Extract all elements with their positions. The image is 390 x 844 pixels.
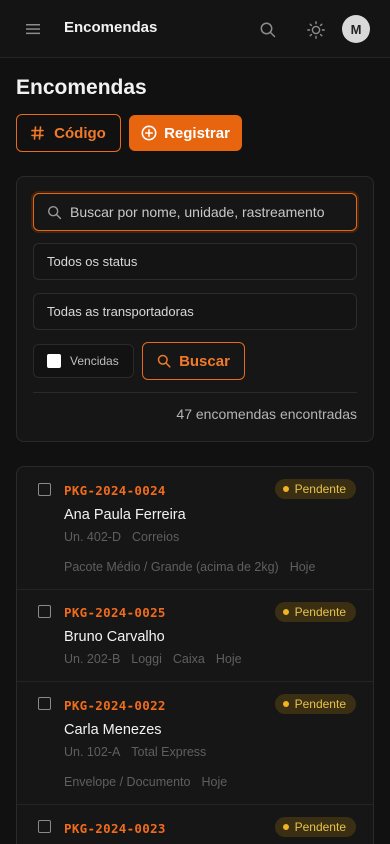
list-item[interactable]: PKG-2024-0022 Pendente Carla Menezes Un.… — [17, 682, 373, 805]
row-checkbox[interactable] — [38, 483, 51, 496]
date: Hoje — [201, 775, 228, 789]
search-input[interactable] — [70, 194, 354, 230]
search-icon[interactable] — [259, 21, 277, 39]
list-item[interactable]: PKG-2024-0024 Pendente Ana Paula Ferreir… — [17, 467, 373, 590]
menu-icon[interactable] — [25, 21, 41, 37]
status-dot-icon — [282, 824, 289, 830]
status-select-value: Todos os status — [47, 254, 138, 269]
list-item[interactable]: PKG-2024-0025 Pendente Bruno Carvalho Un… — [17, 590, 373, 682]
carrier: Total Express — [131, 745, 207, 759]
sun-icon[interactable] — [306, 20, 326, 40]
date: Hoje — [289, 560, 316, 574]
divider — [33, 392, 357, 393]
results-count: 47 encomendas encontradas — [176, 406, 357, 422]
status-label: Pendente — [294, 697, 346, 711]
vencidas-label: Vencidas — [70, 354, 119, 368]
package-meta: Un. 402-D Correios — [64, 530, 190, 544]
status-label: Pendente — [294, 482, 346, 496]
package-meta: Un. 102-A Total Express — [64, 745, 217, 759]
status-badge: Pendente — [274, 694, 356, 714]
unit: Un. 102-A — [64, 745, 121, 759]
codigo-button[interactable]: Código — [16, 114, 121, 152]
carrier: Correios — [131, 530, 180, 544]
carrier-select[interactable]: Todas as transportadoras — [33, 293, 357, 330]
avatar[interactable]: M — [342, 15, 370, 43]
package-code[interactable]: PKG-2024-0023 — [64, 821, 166, 836]
carrier: Loggi — [131, 652, 162, 666]
status-dot-icon — [282, 701, 289, 707]
row-checkbox[interactable] — [38, 697, 51, 710]
app-title: Encomendas — [64, 19, 158, 36]
status-label: Pendente — [294, 605, 346, 619]
vencidas-filter[interactable]: Vencidas — [33, 344, 134, 378]
status-dot-icon — [282, 609, 289, 615]
search-icon — [157, 354, 171, 368]
top-bar: Encomendas M — [0, 0, 390, 58]
status-badge: Pendente — [274, 817, 356, 837]
recipient-name: Carla Menezes — [64, 722, 162, 738]
row-checkbox[interactable] — [38, 605, 51, 618]
registrar-button[interactable]: Registrar — [129, 115, 242, 151]
buscar-label: Buscar — [179, 352, 230, 370]
package-list: PKG-2024-0024 Pendente Ana Paula Ferreir… — [16, 466, 374, 844]
package-size: Envelope / Documento — [64, 775, 191, 789]
package-meta: Pacote Médio / Grande (acima de 2kg) Hoje — [64, 560, 326, 574]
date: Hoje — [215, 652, 242, 666]
package-meta: Envelope / Documento Hoje — [64, 775, 238, 789]
package-code[interactable]: PKG-2024-0024 — [64, 483, 166, 498]
recipient-name: Ana Paula Ferreira — [64, 507, 186, 523]
package-code[interactable]: PKG-2024-0025 — [64, 605, 166, 620]
registrar-label: Registrar — [164, 124, 230, 142]
package-code[interactable]: PKG-2024-0022 — [64, 698, 166, 713]
status-dot-icon — [282, 486, 289, 492]
carrier-select-value: Todas as transportadoras — [47, 304, 194, 319]
package-size: Pacote Médio / Grande (acima de 2kg) — [64, 560, 279, 574]
package-size: Caixa — [172, 652, 205, 666]
status-select[interactable]: Todos os status — [33, 243, 357, 280]
vencidas-checkbox[interactable] — [47, 354, 61, 368]
buscar-button[interactable]: Buscar — [142, 342, 245, 380]
search-field[interactable] — [33, 193, 357, 231]
row-checkbox[interactable] — [38, 820, 51, 833]
unit: Un. 202-B — [64, 652, 121, 666]
plus-circle-icon — [141, 125, 157, 141]
search-icon — [47, 205, 62, 220]
status-label: Pendente — [294, 820, 346, 834]
list-item[interactable]: PKG-2024-0023 Pendente — [17, 805, 373, 844]
page-title: Encomendas — [16, 76, 147, 99]
package-meta: Un. 202-B Loggi Caixa Hoje — [64, 652, 253, 666]
status-badge: Pendente — [274, 602, 356, 622]
unit: Un. 402-D — [64, 530, 121, 544]
codigo-label: Código — [54, 124, 106, 142]
hash-icon — [31, 126, 44, 140]
status-badge: Pendente — [274, 479, 356, 499]
recipient-name: Bruno Carvalho — [64, 629, 165, 645]
